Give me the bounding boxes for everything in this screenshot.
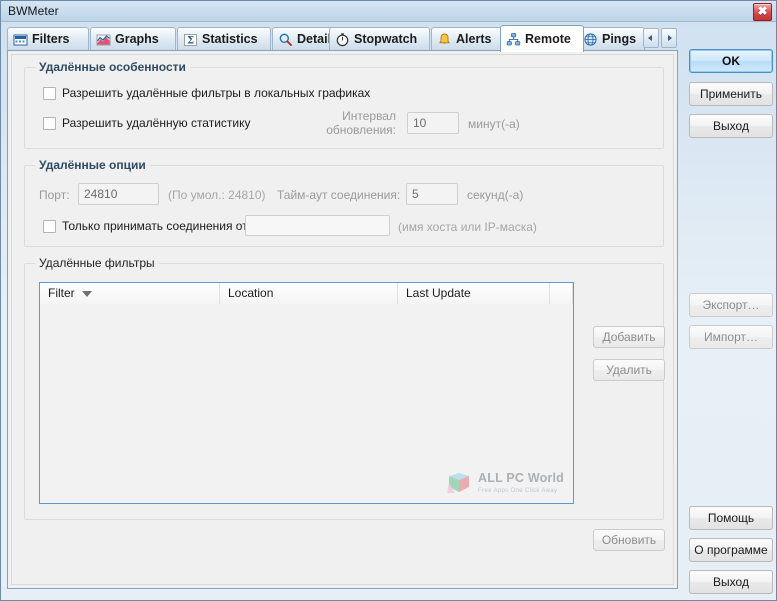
- graphs-icon: [96, 32, 111, 47]
- tab-remote[interactable]: Remote: [500, 25, 584, 52]
- remote-filters-legend: Удалённые фильтры: [35, 256, 159, 270]
- remote-features-legend: Удалённые особенности: [35, 60, 190, 74]
- remote-features-group: Удалённые особенности Разрешить удалённы…: [24, 60, 664, 149]
- import-button[interactable]: Импорт…: [689, 325, 773, 349]
- watermark: ALL PC World Free Apps One Click Away: [446, 471, 564, 495]
- bell-icon: [437, 32, 452, 47]
- tab-alerts-label: Alerts: [456, 32, 492, 46]
- connection-timeout-input[interactable]: 5: [406, 183, 458, 205]
- remote-options-legend: Удалённые опции: [35, 158, 150, 172]
- delete-filter-button[interactable]: Удалить: [593, 359, 665, 381]
- tab-filters-label: Filters: [32, 32, 70, 46]
- remote-filters-header-row: Filter Location Last Update: [40, 283, 573, 305]
- network-icon: [506, 32, 521, 47]
- tab-stopwatch[interactable]: Stopwatch: [329, 27, 430, 50]
- update-interval-input[interactable]: 10: [407, 112, 459, 134]
- allow-remote-filters-checkbox[interactable]: Разрешить удалённые фильтры в локальных …: [43, 86, 370, 100]
- port-default-hint: (По умол.: 24810): [168, 188, 266, 202]
- watermark-title: ALL PC World: [478, 471, 564, 486]
- remote-filters-group: Удалённые фильтры Filter Location Last U…: [24, 256, 665, 551]
- tab-filters[interactable]: Filters: [7, 27, 89, 50]
- remote-options-group: Удалённые опции Порт: 24810 (По умол.: 2…: [24, 158, 664, 247]
- exit-button-top[interactable]: Выход: [689, 114, 773, 138]
- accept-host-input[interactable]: [245, 215, 390, 236]
- column-header-filter[interactable]: Filter: [40, 283, 220, 304]
- checkbox-box: [43, 219, 56, 233]
- stopwatch-icon: [335, 32, 350, 47]
- bwmeter-window: BWMeter ✖ Filters Graphs Σ Statistics De…: [0, 0, 777, 601]
- tab-scroll-right-button[interactable]: [661, 28, 677, 48]
- watermark-subtitle: Free Apps One Click Away: [478, 487, 558, 494]
- seconds-label: секунд(-а): [467, 188, 524, 202]
- filters-icon: [13, 32, 28, 47]
- tab-graphs-label: Graphs: [115, 32, 159, 46]
- accept-only-from-checkbox[interactable]: Только принимать соединения от:: [43, 219, 251, 233]
- tab-pings[interactable]: Pings: [577, 27, 645, 50]
- update-interval-label-line2: обновления:: [326, 123, 396, 137]
- remote-tab-content: Удалённые особенности Разрешить удалённы…: [11, 54, 674, 585]
- refresh-filters-button[interactable]: Обновить: [593, 529, 665, 551]
- globe-icon: [583, 32, 598, 47]
- column-header-location-label: Location: [228, 286, 274, 300]
- magnifier-icon: [278, 32, 293, 47]
- all-pc-world-logo-icon: [446, 471, 472, 495]
- host-hint-label: (имя хоста или IP-маска): [398, 220, 537, 234]
- column-header-last-update-label: Last Update: [406, 286, 471, 300]
- window-title: BWMeter: [8, 4, 59, 18]
- update-interval-label-line1: Интервал: [342, 109, 396, 123]
- side-button-column: OK Применить Выход Экспорт… Импорт… Помо…: [685, 25, 777, 594]
- column-header-filler: [550, 283, 573, 304]
- apply-button[interactable]: Применить: [689, 82, 773, 106]
- help-button[interactable]: Помощь: [689, 506, 773, 530]
- ok-button[interactable]: OK: [689, 49, 773, 73]
- about-button[interactable]: О программе: [689, 538, 773, 562]
- add-filter-button[interactable]: Добавить: [593, 326, 665, 348]
- remote-tab-panel: Удалённые особенности Разрешить удалённы…: [7, 50, 678, 589]
- chevron-right-icon: [668, 35, 672, 41]
- column-header-filter-label: Filter: [48, 286, 75, 300]
- remote-filters-rows: ALL PC World Free Apps One Click Away: [40, 304, 573, 503]
- allow-remote-filters-label: Разрешить удалённые фильтры в локальных …: [62, 86, 371, 100]
- remote-filters-list[interactable]: Filter Location Last Update ALL PC World…: [39, 282, 574, 504]
- title-bar: BWMeter ✖: [1, 1, 776, 22]
- column-header-location[interactable]: Location: [220, 283, 398, 304]
- sigma-icon: Σ: [183, 32, 198, 47]
- export-button[interactable]: Экспорт…: [689, 293, 773, 317]
- exit-button-bottom[interactable]: Выход: [689, 570, 773, 594]
- close-icon: ✖: [757, 4, 768, 18]
- column-header-last-update[interactable]: Last Update: [398, 283, 550, 304]
- tab-strip: Filters Graphs Σ Statistics Details Stop…: [7, 25, 677, 52]
- accept-only-from-label: Только принимать соединения от:: [62, 219, 252, 233]
- sort-descending-icon: [81, 290, 92, 297]
- tab-pings-label: Pings: [602, 32, 637, 46]
- tab-scroll-buttons: [643, 28, 677, 48]
- port-label: Порт:: [39, 188, 70, 202]
- tab-statistics[interactable]: Σ Statistics: [177, 27, 271, 50]
- port-input[interactable]: 24810: [78, 183, 159, 205]
- tab-scroll-left-button[interactable]: [643, 28, 659, 48]
- connection-timeout-label: Тайм-аут соединения:: [277, 188, 401, 202]
- checkbox-box: [43, 86, 56, 100]
- tab-statistics-label: Statistics: [202, 32, 258, 46]
- watermark-text: ALL PC World Free Apps One Click Away: [478, 472, 564, 494]
- svg-text:Σ: Σ: [187, 35, 194, 46]
- checkbox-box: [43, 116, 56, 130]
- close-button[interactable]: ✖: [753, 3, 772, 21]
- allow-remote-statistics-checkbox[interactable]: Разрешить удалённую статистику: [43, 116, 251, 130]
- tab-stopwatch-label: Stopwatch: [354, 32, 418, 46]
- minutes-label: минут(-а): [468, 117, 520, 131]
- allow-remote-statistics-label: Разрешить удалённую статистику: [62, 116, 251, 130]
- tab-remote-label: Remote: [525, 32, 571, 46]
- tab-graphs[interactable]: Graphs: [90, 27, 176, 50]
- chevron-left-icon: [648, 35, 652, 41]
- tab-alerts[interactable]: Alerts: [431, 27, 506, 50]
